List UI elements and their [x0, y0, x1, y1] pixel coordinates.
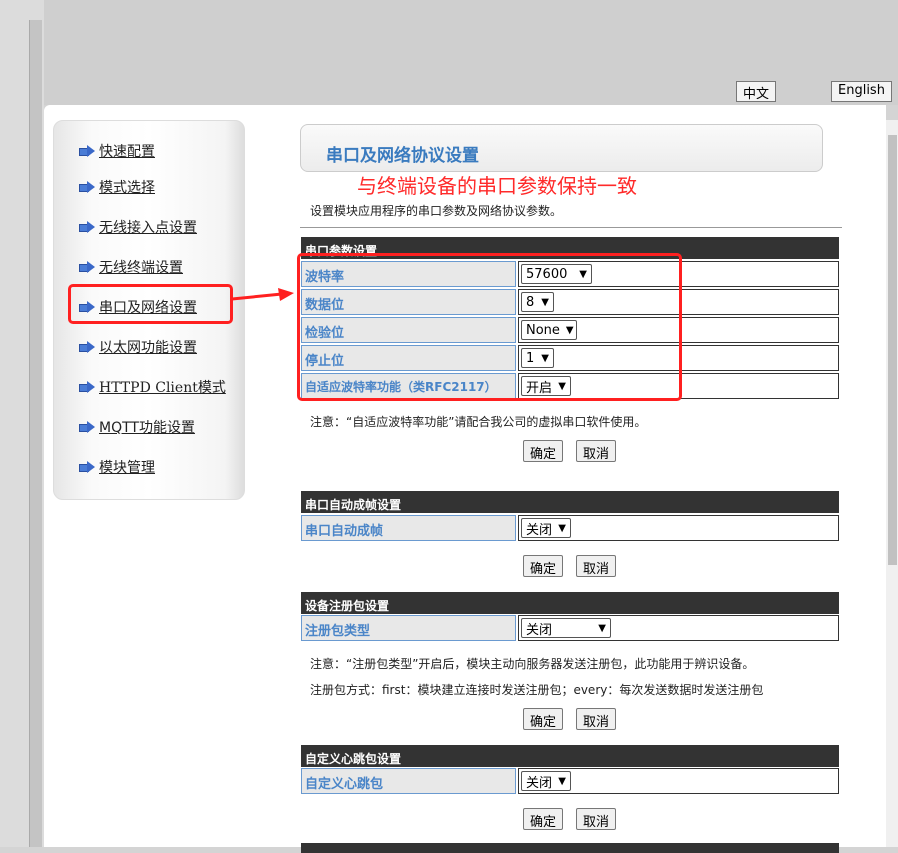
arrow-right-icon — [79, 341, 95, 353]
arrow-right-icon — [79, 181, 95, 193]
sidebar-item-sta[interactable]: 无线终端设置 — [79, 257, 183, 277]
arrow-right-icon — [79, 261, 95, 273]
lang-chinese-button[interactable]: 中文 — [736, 81, 777, 102]
left-frame-bar — [29, 20, 42, 847]
sidebar-item-label: HTTPD Client模式 — [99, 380, 226, 396]
chevron-down-icon: ▼ — [558, 775, 566, 787]
register-ok-button[interactable]: 确定 — [523, 708, 564, 730]
arrow-right-icon — [79, 421, 95, 433]
sidebar-item-label: 无线终端设置 — [99, 260, 183, 276]
heartbeat-ok-button[interactable]: 确定 — [523, 808, 564, 830]
select-value: 关闭 — [526, 522, 553, 538]
page-title: 串口及网络协议设置 — [300, 124, 823, 172]
section-header-heartbeat: 自定义心跳包设置 — [301, 745, 839, 767]
select-value: 关闭 — [526, 775, 553, 791]
annotation-highlight-nav — [68, 284, 233, 324]
heartbeat-cancel-button[interactable]: 取消 — [576, 808, 617, 830]
sidebar-item-mqtt[interactable]: MQTT功能设置 — [79, 417, 195, 437]
arrow-right-icon — [79, 461, 95, 473]
register-note: 注意：“注册包类型”开启后，模块主动向服务器发送注册包，此功能用于辨识设备。 — [310, 657, 755, 671]
sidebar-item-quick-config[interactable]: 快速配置 — [79, 141, 155, 161]
serial-ok-button[interactable]: 确定 — [523, 440, 564, 462]
field-label: 自定义心跳包 — [301, 768, 516, 794]
frame-ok-button[interactable]: 确定 — [523, 555, 564, 577]
page-description: 设置模块应用程序的串口参数及网络协议参数。 — [310, 204, 563, 218]
arrow-right-icon — [79, 221, 95, 233]
arrow-right-icon — [79, 145, 95, 157]
section-header-register: 设备注册包设置 — [301, 592, 839, 614]
section-header-next — [301, 843, 839, 853]
field-label: 串口自动成帧 — [301, 515, 516, 541]
lang-english-button[interactable]: English — [831, 81, 892, 102]
serial-cancel-button[interactable]: 取消 — [576, 440, 617, 462]
auto-frame-select[interactable]: 关闭 ▼ — [521, 518, 571, 538]
row-auto-frame: 串口自动成帧 关闭 ▼ — [301, 515, 839, 541]
sidebar-item-httpd[interactable]: HTTPD Client模式 — [79, 377, 226, 397]
sidebar-item-mode[interactable]: 模式选择 — [79, 177, 155, 197]
register-cancel-button[interactable]: 取消 — [576, 708, 617, 730]
chevron-down-icon: ▼ — [558, 522, 566, 534]
sidebar-item-label: 以太网功能设置 — [99, 340, 197, 356]
annotation-highlight-params — [297, 253, 682, 401]
scrollbar-thumb[interactable] — [888, 135, 897, 565]
sidebar-item-module[interactable]: 模块管理 — [79, 457, 155, 477]
sidebar-item-label: 模式选择 — [99, 180, 155, 196]
sidebar-item-ap[interactable]: 无线接入点设置 — [79, 217, 197, 237]
sidebar-item-label: 快速配置 — [99, 144, 155, 160]
register-mode-note: 注册包方式：first：模块建立连接时发送注册包；every：每次发送数据时发送… — [310, 683, 764, 697]
section-header-frame: 串口自动成帧设置 — [301, 491, 839, 513]
divider — [300, 227, 842, 228]
sidebar-item-ethernet[interactable]: 以太网功能设置 — [79, 337, 197, 357]
arrow-right-icon — [79, 381, 95, 393]
sidebar-item-label: 模块管理 — [99, 460, 155, 476]
register-type-select[interactable]: 关闭 ▼ — [521, 618, 611, 638]
row-register-type: 注册包类型 关闭 ▼ — [301, 615, 839, 641]
heartbeat-select[interactable]: 关闭 ▼ — [521, 771, 571, 791]
chevron-down-icon: ▼ — [598, 622, 606, 634]
row-heartbeat: 自定义心跳包 关闭 ▼ — [301, 768, 839, 794]
sidebar-item-label: 无线接入点设置 — [99, 220, 197, 236]
frame-cancel-button[interactable]: 取消 — [576, 555, 617, 577]
sidebar-item-label: MQTT功能设置 — [99, 420, 195, 436]
annotation-text: 与终端设备的串口参数保持一致 — [357, 174, 637, 198]
annotation-arrow-icon — [232, 288, 294, 301]
field-label: 注册包类型 — [301, 615, 516, 641]
select-value: 关闭 — [526, 622, 553, 638]
serial-note: 注意：“自适应波特率功能”请配合我公司的虚拟串口软件使用。 — [310, 415, 647, 429]
